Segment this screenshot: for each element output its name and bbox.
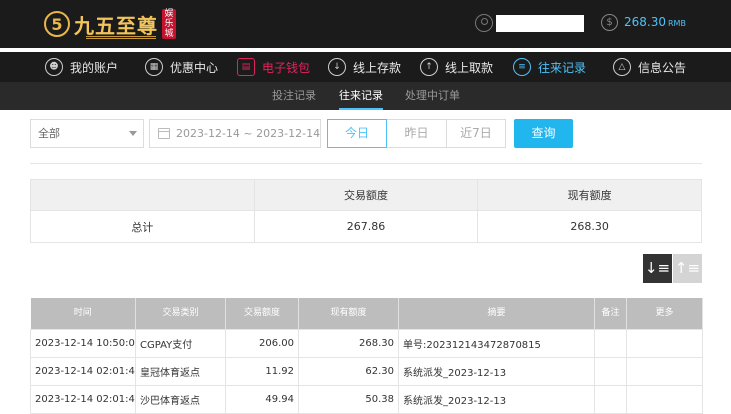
cell-time: 2023-12-14 02:01:47: [30, 356, 136, 386]
yesterday-button[interactable]: 昨日: [387, 119, 447, 148]
cell-type: CGPAY支付: [135, 328, 226, 358]
divider: [30, 163, 702, 164]
cell-summary: 单号:202312143472870815: [398, 328, 595, 358]
cell-more[interactable]: [626, 356, 703, 386]
sort-descending-icon[interactable]: ↓≡: [643, 254, 672, 283]
tab-transaction-records[interactable]: 往来记录: [339, 82, 383, 110]
nav-label: 电子钱包: [262, 60, 311, 75]
nav-label: 优惠中心: [170, 60, 219, 75]
logo-badge: 娱乐城: [162, 9, 176, 39]
bell-icon: △: [613, 58, 631, 76]
cell-more[interactable]: [626, 328, 703, 358]
coin-icon: $: [601, 14, 618, 31]
logo-mark-icon: 5: [44, 11, 70, 37]
logo-text: 九五至尊: [74, 13, 158, 38]
column-header: 交易类别: [135, 298, 226, 329]
date-range-input[interactable]: 2023-12-14 ~ 2023-12-14: [149, 119, 321, 148]
balance-unit: RMB: [668, 19, 686, 28]
wallet-icon: ▤: [237, 58, 255, 76]
cell-balance: 50.38: [298, 384, 399, 414]
nav-transaction-records[interactable]: ≡ 往来记录: [513, 52, 586, 82]
cell-more[interactable]: [626, 384, 703, 414]
top-header: 5 九五至尊 娱乐城 $ 268.30 RMB: [0, 0, 731, 48]
table-row: 2023-12-14 10:50:05 CGPAY支付 206.00 268.3…: [30, 328, 703, 358]
tab-bet-records[interactable]: 投注记录: [272, 82, 316, 110]
cell-balance: 268.30: [298, 328, 399, 358]
summary-header-row: 交易额度 现有额度: [30, 179, 702, 211]
summary-header-cell: 现有额度: [477, 179, 702, 211]
tab-pending-orders[interactable]: 处理中订单: [405, 82, 460, 110]
table-row: 2023-12-14 02:01:47 沙巴体育返点 49.94 50.38 系…: [30, 384, 703, 414]
deposit-icon: ↓: [328, 58, 346, 76]
summary-cell: 总计: [30, 210, 255, 243]
username-redacted: [496, 15, 584, 32]
calendar-icon: [158, 128, 170, 139]
cell-summary: 系统派发_2023-12-13: [398, 356, 595, 386]
column-header: 时间: [30, 298, 136, 329]
cell-balance: 62.30: [298, 356, 399, 386]
nav-label: 信息公告: [638, 60, 687, 75]
sub-nav: 投注记录 往来记录 处理中订单: [0, 82, 731, 110]
gift-icon: ▦: [145, 58, 163, 76]
records-icon: ≡: [513, 58, 531, 76]
summary-header-cell: [30, 179, 255, 211]
cell-type: 沙巴体育返点: [135, 384, 226, 414]
cell-remark: [594, 328, 627, 358]
query-button[interactable]: 查询: [514, 119, 573, 148]
nav-label: 线上存款: [353, 60, 402, 75]
main-nav: ☻ 我的账户 ▦ 优惠中心 ▤ 电子钱包 ↓ 线上存款 ↑ 线上取款 ≡ 往来记…: [0, 52, 731, 82]
column-header: 现有额度: [298, 298, 399, 329]
summary-header-cell: 交易额度: [253, 179, 479, 211]
balance-amount: 268.30: [624, 15, 666, 29]
sort-ascending-icon[interactable]: ↑≡: [673, 254, 702, 283]
nav-e-wallet[interactable]: ▤ 电子钱包: [237, 52, 310, 82]
nav-label: 我的账户: [70, 60, 119, 75]
records-header-row: 时间 交易类别 交易额度 现有额度 摘要 备注 更多: [30, 298, 703, 329]
summary-table: 交易额度 现有额度 总计 267.86 268.30: [30, 179, 702, 243]
date-range-value: 2023-12-14 ~ 2023-12-14: [176, 127, 321, 140]
cell-amount: 206.00: [225, 328, 299, 358]
summary-total-row: 总计 267.86 268.30: [30, 210, 702, 243]
table-row: 2023-12-14 02:01:47 皇冠体育返点 11.92 62.30 系…: [30, 356, 703, 386]
column-header: 更多: [626, 298, 703, 329]
summary-cell: 268.30: [477, 210, 702, 243]
column-header: 交易额度: [225, 298, 299, 329]
cell-remark: [594, 356, 627, 386]
nav-online-deposit[interactable]: ↓ 线上存款: [328, 52, 401, 82]
cell-amount: 11.92: [225, 356, 299, 386]
logo-ornament: [86, 36, 156, 39]
records-table: 时间 交易类别 交易额度 现有额度 摘要 备注 更多 2023-12-14 10…: [30, 298, 703, 414]
column-header: 备注: [594, 298, 627, 329]
caret-down-icon: [129, 131, 137, 136]
cell-amount: 49.94: [225, 384, 299, 414]
last-7-days-button[interactable]: 近7日: [447, 119, 506, 148]
nav-my-account[interactable]: ☻ 我的账户: [45, 52, 118, 82]
nav-promotions[interactable]: ▦ 优惠中心: [145, 52, 218, 82]
cell-remark: [594, 384, 627, 414]
cell-type: 皇冠体育返点: [135, 356, 226, 386]
cell-time: 2023-12-14 02:01:47: [30, 384, 136, 414]
withdraw-icon: ↑: [420, 58, 438, 76]
cell-time: 2023-12-14 10:50:05: [30, 328, 136, 358]
user-icon: ☻: [45, 58, 63, 76]
account-balance: 268.30 RMB: [624, 15, 686, 29]
type-select-value: 全部: [38, 127, 60, 140]
cell-summary: 系统派发_2023-12-13: [398, 384, 595, 414]
summary-cell: 267.86: [253, 210, 479, 243]
column-header: 摘要: [398, 298, 595, 329]
type-select[interactable]: 全部: [30, 119, 144, 148]
today-button[interactable]: 今日: [327, 119, 387, 148]
nav-online-withdraw[interactable]: ↑ 线上取款: [420, 52, 493, 82]
nav-label: 线上取款: [445, 60, 494, 75]
nav-announcements[interactable]: △ 信息公告: [613, 52, 686, 82]
nav-label: 往来记录: [538, 60, 587, 75]
user-icon: [475, 14, 493, 32]
